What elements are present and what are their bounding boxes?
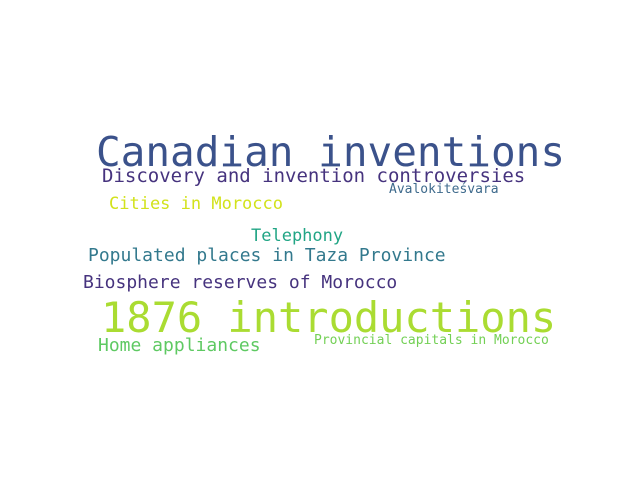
word-cities-in-morocco: Cities in Morocco xyxy=(109,194,283,214)
word-telephony: Telephony xyxy=(251,226,344,246)
word-avalokitesvara: Avalokiteśvara xyxy=(389,182,499,197)
word-provincial-capitals-in-morocco: Provincial capitals in Morocco xyxy=(314,333,549,348)
word-cloud: Canadian inventions Discovery and invent… xyxy=(0,0,640,480)
word-biosphere-reserves-of-morocco: Biosphere reserves of Morocco xyxy=(83,272,398,293)
word-home-appliances: Home appliances xyxy=(98,335,261,356)
word-populated-places-in-taza-province: Populated places in Taza Province xyxy=(88,245,446,266)
